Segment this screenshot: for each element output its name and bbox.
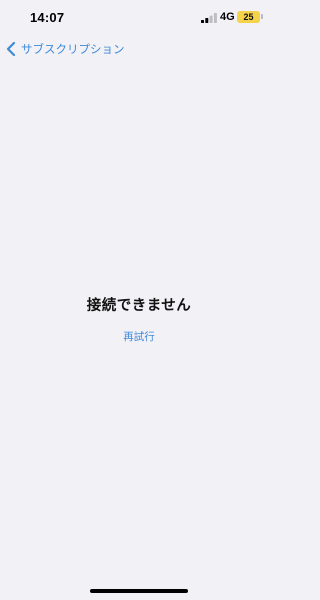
status-time: 14:07: [30, 10, 65, 25]
retry-button[interactable]: 再試行: [123, 329, 155, 344]
battery-level: 25: [243, 12, 254, 22]
back-button[interactable]: サブスクリプション: [5, 38, 125, 60]
chevron-left-icon: [6, 41, 16, 57]
error-title: 接続できません: [86, 298, 192, 314]
navigation-bar: サブスクリプション: [0, 36, 278, 62]
cellular-signal-icon: [201, 13, 217, 23]
battery-cap: [261, 14, 263, 19]
status-bar: 14:07 4G 25: [0, 0, 278, 36]
home-indicator[interactable]: [90, 589, 188, 593]
network-type-label: 4G: [220, 11, 235, 23]
connection-error-state: 接続できません 再試行: [0, 294, 278, 344]
battery-icon: 25: [237, 11, 260, 23]
back-button-label: サブスクリプション: [21, 42, 125, 56]
